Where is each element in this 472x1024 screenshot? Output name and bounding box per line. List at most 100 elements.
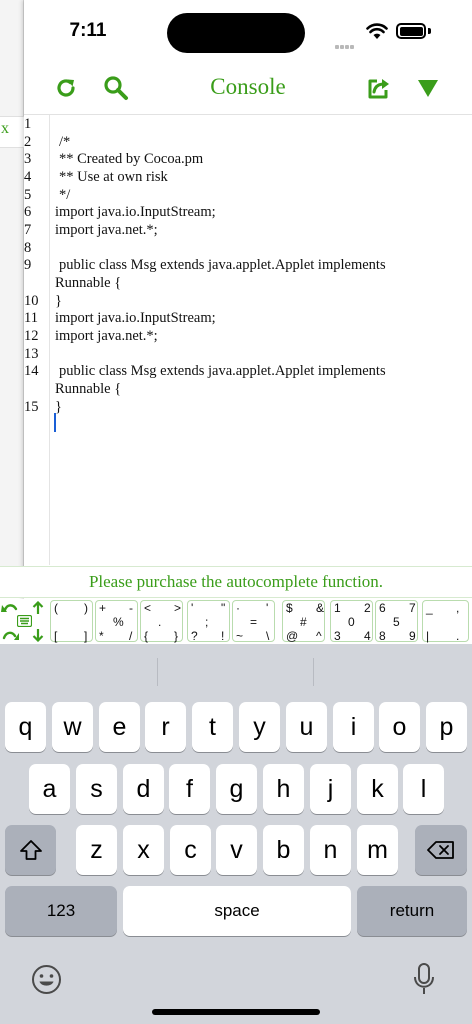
key-p[interactable]: p <box>426 702 467 752</box>
share-icon[interactable] <box>366 76 392 100</box>
dropdown-triangle-icon[interactable] <box>416 78 440 98</box>
code-text: Runnable { <box>55 275 122 291</box>
line-number: 11 <box>24 310 38 326</box>
line-number: 8 <box>24 240 32 256</box>
code-text: import java.net.*; <box>55 328 158 344</box>
symbol-char: | <box>426 629 430 643</box>
code-text: import java.io.InputStream; <box>55 310 216 326</box>
symbol-char: > <box>174 601 182 615</box>
symbol-char: [ <box>54 629 58 643</box>
code-text: public class Msg extends java.applet.App… <box>59 257 386 273</box>
symbol-char: 4 <box>364 629 371 643</box>
symbol-char: · <box>236 601 240 615</box>
predictive-text-bar[interactable] <box>0 644 472 694</box>
symbol-char: . <box>158 615 162 629</box>
line-number: 1 <box>24 116 32 132</box>
key-g[interactable]: g <box>216 764 257 814</box>
key-r[interactable]: r <box>145 702 186 752</box>
symbol-char: . <box>456 629 460 643</box>
line-number: 15 <box>24 399 39 415</box>
line-number: 3 <box>24 151 32 167</box>
redo-icon[interactable] <box>2 628 20 642</box>
key-t[interactable]: t <box>192 702 233 752</box>
key-b[interactable]: b <box>263 825 304 875</box>
cellular-signal-icon <box>335 36 355 54</box>
autocomplete-purchase-message[interactable]: Please purchase the autocomplete functio… <box>0 572 472 592</box>
symbol-char: & <box>316 601 325 615</box>
line-number: 5 <box>24 187 32 203</box>
symbol-char: ~ <box>236 629 244 643</box>
symbol-char: ? <box>191 629 198 643</box>
symbol-char: , <box>456 601 460 615</box>
key-f[interactable]: f <box>169 764 210 814</box>
symbol-char: = <box>250 615 258 629</box>
status-time: 7:11 <box>69 20 107 41</box>
line-number: 10 <box>24 293 39 309</box>
key-y[interactable]: y <box>239 702 280 752</box>
key-e[interactable]: e <box>99 702 140 752</box>
background-panel <box>0 0 24 566</box>
line-number: 4 <box>24 169 32 185</box>
symbol-char: < <box>144 601 152 615</box>
key-u[interactable]: u <box>286 702 327 752</box>
key-w[interactable]: w <box>52 702 93 752</box>
key-n[interactable]: n <box>310 825 351 875</box>
emoji-icon[interactable] <box>31 964 62 995</box>
predictive-divider <box>157 658 158 686</box>
key-s[interactable]: s <box>76 764 117 814</box>
line-number: 2 <box>24 134 32 150</box>
key-o[interactable]: o <box>379 702 420 752</box>
numbers-key[interactable]: 123 <box>5 886 117 936</box>
symbol-char: } <box>174 629 179 643</box>
code-text: public class Msg extends java.applet.App… <box>59 363 386 379</box>
symbol-char: 6 <box>379 601 386 615</box>
key-d[interactable]: d <box>123 764 164 814</box>
keyboard-toggle-icon[interactable] <box>17 615 32 627</box>
symbol-char: 7 <box>409 601 416 615</box>
microphone-icon[interactable] <box>412 962 436 996</box>
symbol-char: # <box>300 615 307 629</box>
symbol-char: - <box>129 601 133 615</box>
code-text: } <box>55 399 62 415</box>
symbol-char: ' <box>191 601 194 615</box>
shift-key[interactable] <box>5 825 56 875</box>
home-indicator <box>152 1009 320 1015</box>
arrow-down-icon[interactable] <box>32 628 44 642</box>
space-key[interactable]: space <box>123 886 351 936</box>
line-number: 7 <box>24 222 32 238</box>
symbol-char: + <box>99 601 107 615</box>
code-text: */ <box>59 187 71 203</box>
key-k[interactable]: k <box>357 764 398 814</box>
symbol-char: 3 <box>334 629 341 643</box>
code-text: import java.net.*; <box>55 222 158 238</box>
key-j[interactable]: j <box>310 764 351 814</box>
code-text: ** Created by Cocoa.pm <box>59 151 204 167</box>
symbol-char: 8 <box>379 629 386 643</box>
undo-icon[interactable] <box>1 601 19 615</box>
wifi-icon <box>366 23 388 39</box>
text-cursor <box>54 413 56 432</box>
predictive-divider <box>313 658 314 686</box>
battery-cap <box>428 28 431 34</box>
dynamic-island <box>167 13 305 53</box>
key-v[interactable]: v <box>216 825 257 875</box>
delete-key[interactable] <box>415 825 467 875</box>
key-m[interactable]: m <box>357 825 398 875</box>
key-i[interactable]: i <box>333 702 374 752</box>
key-c[interactable]: c <box>170 825 211 875</box>
key-x[interactable]: x <box>123 825 164 875</box>
battery-icon <box>396 23 426 39</box>
symbol-char: ] <box>84 629 88 643</box>
background-close-char[interactable]: x <box>1 120 9 138</box>
key-q[interactable]: q <box>5 702 46 752</box>
backspace-icon <box>427 841 454 859</box>
key-a[interactable]: a <box>29 764 70 814</box>
key-l[interactable]: l <box>403 764 444 814</box>
symbol-char: * <box>99 629 104 643</box>
arrow-up-icon[interactable] <box>32 601 44 615</box>
key-z[interactable]: z <box>76 825 117 875</box>
return-key[interactable]: return <box>357 886 467 936</box>
key-h[interactable]: h <box>263 764 304 814</box>
symbol-char: 2 <box>364 601 371 615</box>
symbol-char: 9 <box>409 629 416 643</box>
